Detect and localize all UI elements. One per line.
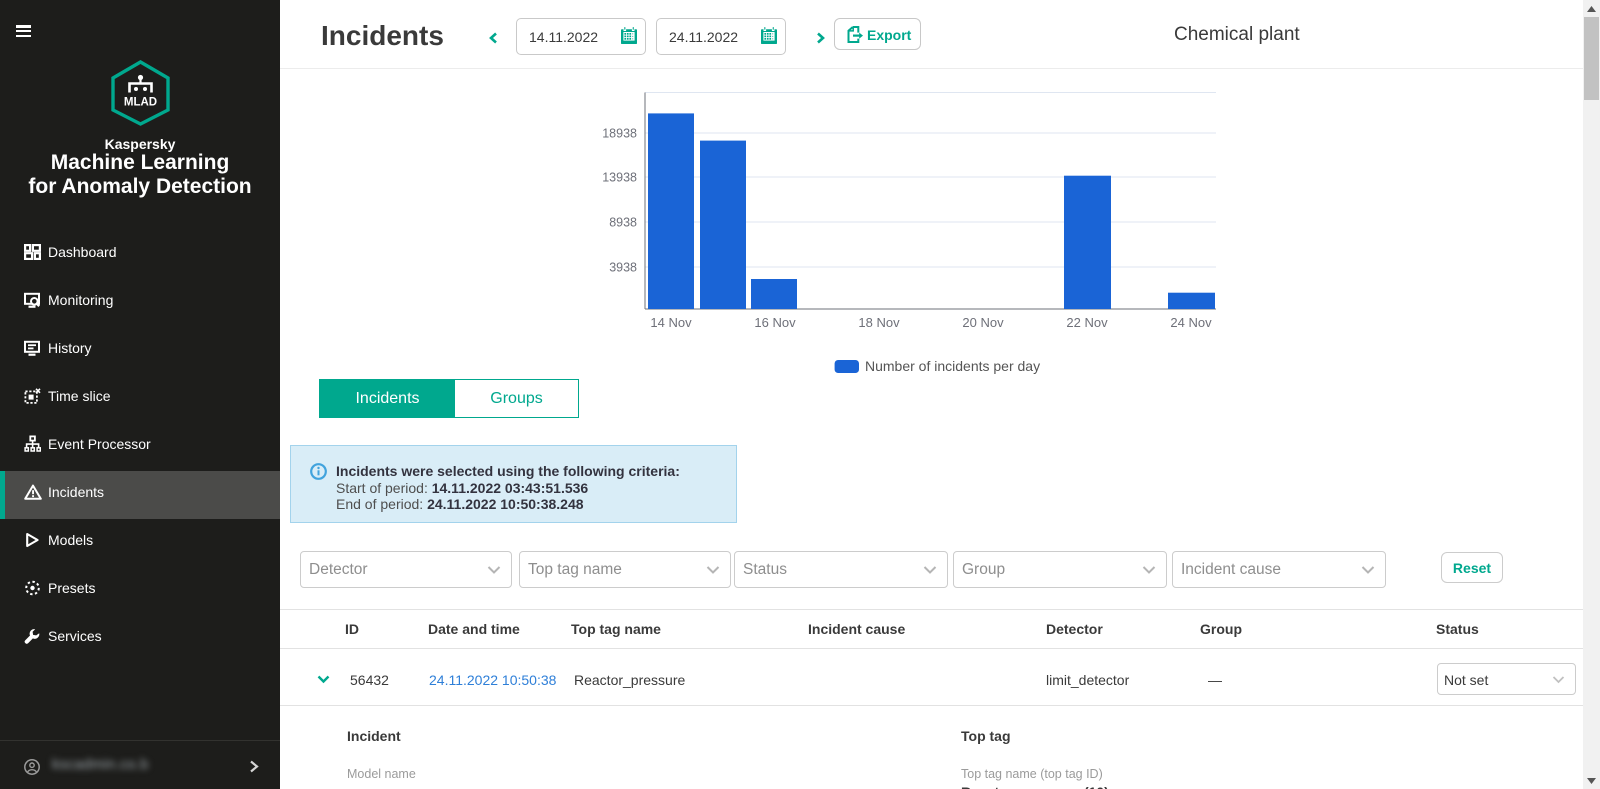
svg-text:18938: 18938 [602, 127, 637, 141]
svg-text:MLAD: MLAD [124, 97, 157, 109]
svg-text:18 Nov: 18 Nov [858, 315, 900, 330]
svg-text:24 Nov: 24 Nov [1170, 315, 1212, 330]
svg-text:16 Nov: 16 Nov [754, 315, 796, 330]
svg-text:14 Nov: 14 Nov [650, 315, 692, 330]
svg-text:22 Nov: 22 Nov [1066, 315, 1108, 330]
svg-text:Number of incidents per day: Number of incidents per day [865, 358, 1040, 374]
svg-text:8938: 8938 [609, 216, 637, 230]
svg-text:3938: 3938 [609, 261, 637, 275]
svg-text:20 Nov: 20 Nov [962, 315, 1004, 330]
svg-text:13938: 13938 [602, 171, 637, 185]
